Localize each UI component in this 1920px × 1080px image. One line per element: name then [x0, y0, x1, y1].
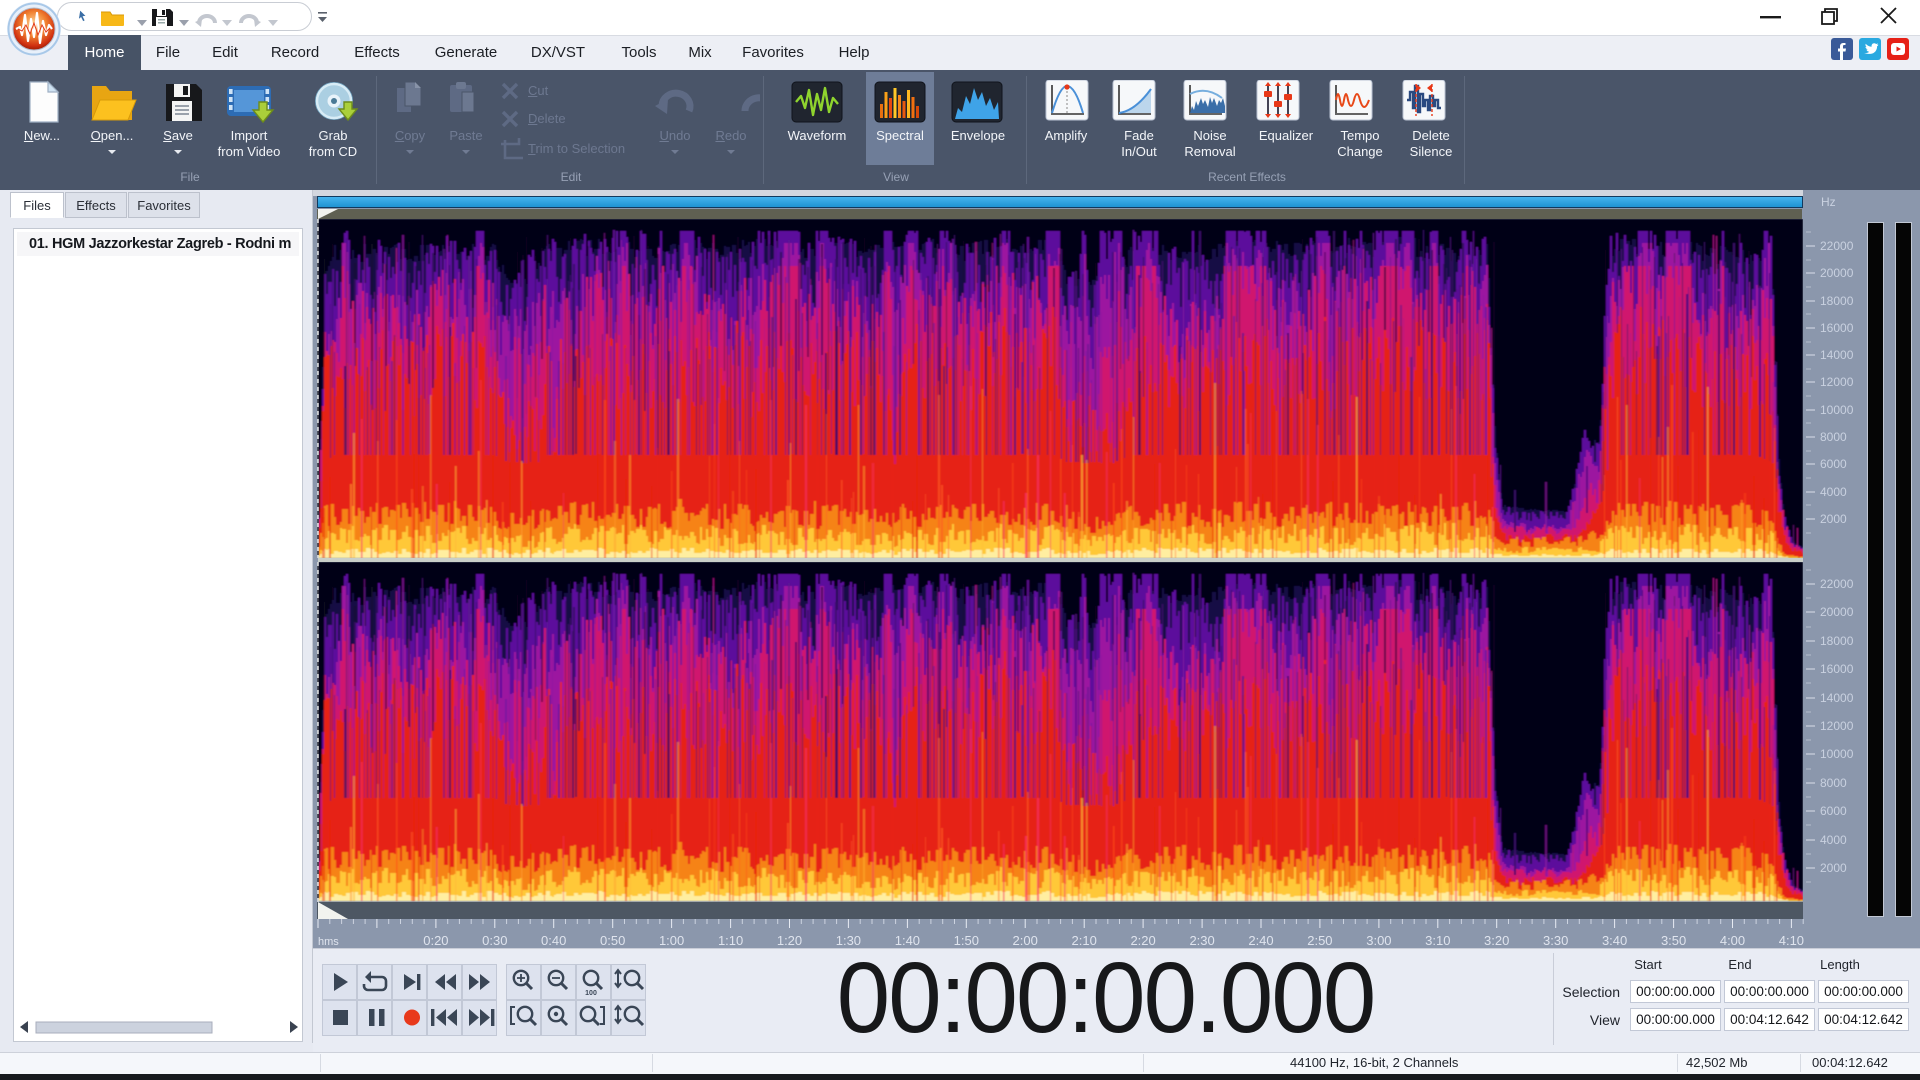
svg-text:4000: 4000 [1820, 485, 1847, 499]
svg-text:20000: 20000 [1820, 605, 1854, 619]
svg-text:3:40: 3:40 [1602, 933, 1627, 948]
svg-text:22000: 22000 [1820, 239, 1854, 253]
svg-text:Hz: Hz [1821, 195, 1836, 209]
svg-text:4000: 4000 [1820, 833, 1847, 847]
svg-text:hms: hms [318, 936, 339, 948]
svg-text:0:30: 0:30 [482, 933, 507, 948]
svg-text:12000: 12000 [1820, 719, 1854, 733]
svg-text:1:10: 1:10 [718, 933, 743, 948]
svg-text:10000: 10000 [1820, 403, 1854, 417]
svg-text:4:00: 4:00 [1720, 933, 1745, 948]
svg-text:12000: 12000 [1820, 375, 1854, 389]
svg-text:18000: 18000 [1820, 294, 1854, 308]
svg-text:14000: 14000 [1820, 691, 1854, 705]
svg-text:0:40: 0:40 [541, 933, 566, 948]
svg-text:0:50: 0:50 [600, 933, 625, 948]
svg-text:3:10: 3:10 [1425, 933, 1450, 948]
svg-text:8000: 8000 [1820, 430, 1847, 444]
svg-text:6000: 6000 [1820, 804, 1847, 818]
svg-text:10000: 10000 [1820, 747, 1854, 761]
svg-text:0:20: 0:20 [423, 933, 448, 948]
svg-text:14000: 14000 [1820, 348, 1854, 362]
svg-text:18000: 18000 [1820, 634, 1854, 648]
svg-text:6000: 6000 [1820, 457, 1847, 471]
svg-text:4:10: 4:10 [1779, 933, 1804, 948]
svg-text:16000: 16000 [1820, 662, 1854, 676]
svg-text:22000: 22000 [1820, 577, 1854, 591]
svg-text:2000: 2000 [1820, 512, 1847, 526]
svg-text:3:30: 3:30 [1543, 933, 1568, 948]
svg-text:8000: 8000 [1820, 776, 1847, 790]
svg-text:3:50: 3:50 [1661, 933, 1686, 948]
svg-text:2000: 2000 [1820, 861, 1847, 875]
svg-text:100: 100 [585, 990, 597, 997]
svg-text:1:20: 1:20 [777, 933, 802, 948]
svg-text:1:00: 1:00 [659, 933, 684, 948]
svg-text:20000: 20000 [1820, 266, 1854, 280]
svg-text:3:20: 3:20 [1484, 933, 1509, 948]
svg-text:16000: 16000 [1820, 321, 1854, 335]
